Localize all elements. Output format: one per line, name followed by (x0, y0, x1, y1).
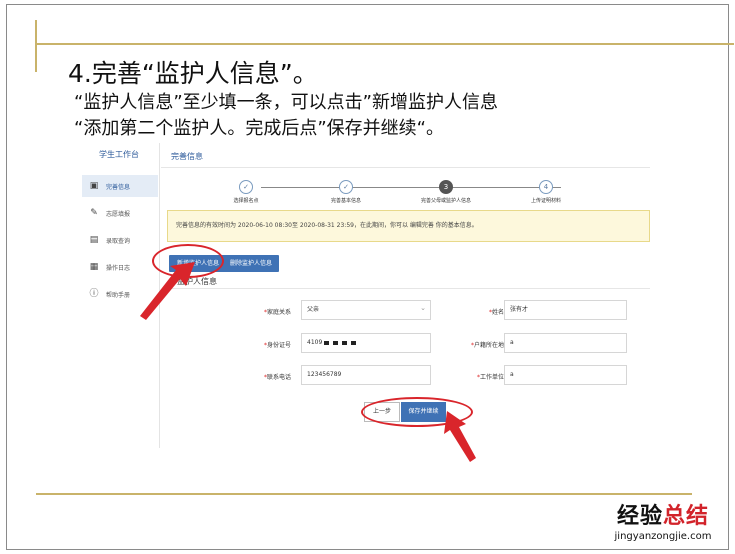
highlight-ellipse-add (152, 244, 224, 278)
slide-heading: 4.完善“监护人信息”。 (68, 59, 318, 88)
info-circle-icon: ⓘ (89, 289, 99, 299)
hukou-label: *户籍所在地 (470, 342, 504, 349)
sidebar-item-help[interactable]: ⓘ 帮助手册 (82, 283, 158, 305)
sidebar-item-label: 录取查询 (106, 237, 131, 245)
progress-stepper: ✓ 选择报名点 ✓ 完善基本信息 3 完善父母或监护人信息 4 上传证明材料 (201, 180, 621, 210)
phone-input[interactable]: 123456789 (301, 365, 431, 385)
step-number-badge: 3 (439, 180, 453, 194)
work-unit-input[interactable]: a (504, 365, 627, 385)
relation-select[interactable]: 父亲 (301, 299, 431, 320)
id-number-input[interactable]: 4109 (301, 333, 431, 353)
step-upload-materials[interactable]: 4 上传证明材料 (501, 180, 591, 204)
sidebar-item-label: 完善信息 (106, 183, 131, 191)
delete-guardian-button[interactable]: 删除监护人信息 (223, 255, 279, 272)
title-divider (161, 167, 650, 168)
step-guardian-info[interactable]: 3 完善父母或监护人信息 (401, 180, 491, 204)
redaction-block (333, 340, 339, 345)
gold-accent-top (36, 43, 734, 45)
embedded-app-screenshot: 学生工作台 ▣ 完善信息 ✎ 志愿填报 ▤ 录取查询 ▦ 操作日志 ⓘ 帮助手册… (78, 143, 650, 448)
work-unit-label: *工作单位 (476, 374, 504, 381)
gold-accent-vertical (35, 20, 37, 72)
redaction-block (324, 340, 330, 345)
step-label: 完善父母或监护人信息 (420, 198, 471, 204)
calendar-log-icon: ▦ (89, 262, 99, 272)
sidebar-item-label: 志愿填报 (106, 210, 131, 218)
redaction-block (351, 340, 357, 345)
step-number-badge: 4 (539, 180, 553, 194)
sidebar: 学生工作台 ▣ 完善信息 ✎ 志愿填报 ▤ 录取查询 ▦ 操作日志 ⓘ 帮助手册 (78, 143, 160, 448)
sidebar-item-operation-log[interactable]: ▦ 操作日志 (82, 256, 158, 278)
section-divider (167, 288, 650, 289)
id-number-label: *身份证号 (263, 342, 291, 349)
sidebar-item-admission-query[interactable]: ▤ 录取查询 (82, 229, 158, 251)
step-label: 选择报名点 (233, 198, 259, 204)
sidebar-item-complete-info[interactable]: ▣ 完善信息 (82, 175, 158, 197)
sidebar-item-label: 操作日志 (106, 264, 131, 272)
id-card-icon: ▣ (89, 181, 99, 191)
hukou-input[interactable]: a (504, 333, 627, 353)
sidebar-item-label: 帮助手册 (106, 291, 131, 299)
sidebar-item-application[interactable]: ✎ 志愿填报 (82, 202, 158, 224)
watermark-cn: 经验总结 (616, 504, 710, 529)
step-select-site[interactable]: ✓ 选择报名点 (201, 180, 291, 204)
highlight-ellipse-save (361, 397, 473, 427)
document-search-icon: ▤ (89, 235, 99, 245)
instruction-line-2: “添加第二个监护人。完成后点”保存并继续“。 (74, 118, 444, 139)
notice-banner: 完善信息的有效时间为 2020-06-10 08:30至 2020-08-31 … (167, 210, 650, 242)
check-icon: ✓ (239, 180, 253, 194)
watermark-logo: 经验总结 jingyanzongjie.com (608, 504, 718, 544)
redaction-block (342, 340, 348, 345)
gold-accent-bottom (36, 493, 692, 495)
sidebar-title: 学生工作台 (99, 150, 139, 159)
step-basic-info[interactable]: ✓ 完善基本信息 (301, 180, 391, 204)
name-input[interactable]: 张有才 (504, 300, 627, 320)
page-title: 完善信息 (171, 152, 203, 161)
watermark-url: jingyanzongjie.com (614, 531, 712, 542)
step-label: 上传证明材料 (530, 198, 561, 204)
relation-label: *家庭关系 (263, 309, 291, 316)
instruction-line-1: “监护人信息”至少填一条，可以点击”新增监护人信息 (74, 92, 498, 113)
step-label: 完善基本信息 (330, 198, 361, 204)
edit-form-icon: ✎ (90, 208, 98, 218)
phone-label: *联系电话 (263, 374, 291, 381)
check-icon: ✓ (339, 180, 353, 194)
name-label: *姓名 (488, 309, 504, 316)
